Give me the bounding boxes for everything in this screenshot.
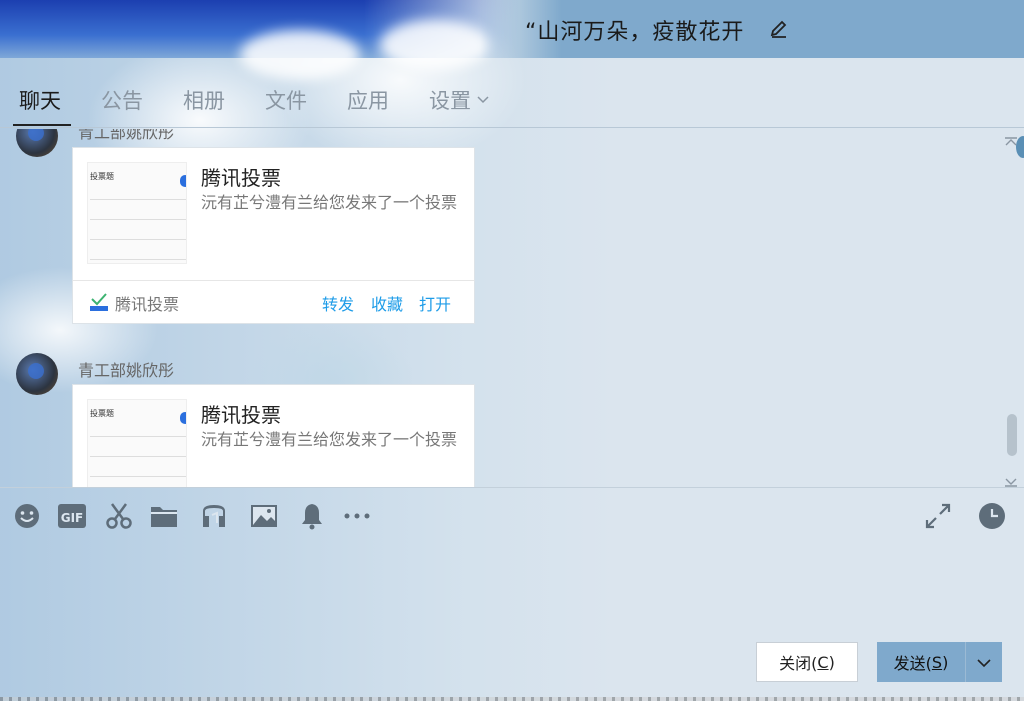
scrollbar-thumb[interactable] [1007, 414, 1017, 456]
image-icon[interactable] [249, 501, 279, 531]
vote-card[interactable]: 投票题 腾讯投票 沅有芷兮澧有兰给您发来了一个投票 腾讯投票 转发 收藏 打开 [72, 147, 475, 324]
open-button[interactable]: 打开 [419, 291, 451, 315]
thumb-title: 投票题 [90, 409, 114, 418]
tab-settings[interactable]: 设置 [429, 85, 489, 115]
music-icon[interactable] [199, 501, 229, 531]
send-options-button[interactable] [965, 642, 1002, 682]
tab-album[interactable]: 相册 [183, 85, 225, 115]
vote-card[interactable]: 投票题 腾讯投票 沅有芷兮澧有兰给您发来了一个投票 [72, 384, 475, 487]
gif-label: GIF [61, 511, 84, 525]
edit-icon[interactable] [768, 18, 790, 40]
window-title: “山河万朵，疫散花开 [525, 20, 745, 45]
vote-thumbnail: 投票题 [87, 399, 187, 487]
card-app-name: 腾讯投票 [115, 295, 180, 314]
history-clock-icon[interactable] [977, 501, 1007, 531]
chevron-down-icon [477, 85, 489, 109]
bell-icon[interactable] [297, 501, 327, 531]
gif-icon[interactable]: GIF [57, 501, 87, 531]
tab-settings-label: 设置 [429, 89, 471, 113]
message-input[interactable] [0, 543, 1024, 643]
card-title: 腾讯投票 [201, 403, 281, 427]
input-toolbar: GIF [0, 487, 1024, 543]
send-button-label: 发送( [893, 654, 932, 673]
card-title: 腾讯投票 [201, 166, 281, 190]
tab-announcement[interactable]: 公告 [101, 85, 143, 115]
send-button[interactable]: 发送(S) [877, 642, 965, 682]
tab-files[interactable]: 文件 [265, 85, 307, 115]
favorite-button[interactable]: 收藏 [371, 291, 403, 315]
scissors-icon[interactable] [104, 501, 134, 531]
chevron-down-icon [977, 653, 991, 672]
send-button-shortcut: S [931, 652, 943, 672]
vote-thumbnail: 投票题 [87, 162, 187, 264]
tab-apps[interactable]: 应用 [347, 85, 389, 115]
avatar[interactable] [16, 353, 58, 395]
avatar[interactable] [16, 129, 58, 157]
emoji-icon[interactable] [12, 501, 42, 531]
thumb-title: 投票题 [90, 172, 114, 181]
card-description: 沅有芷兮澧有兰给您发来了一个投票 [201, 193, 458, 212]
chat-messages[interactable]: 青工部姚欣彤 投票题 腾讯投票 沅有芷兮澧有兰给您发来了一个投票 腾讯投票 转发… [0, 129, 1024, 487]
vote-app-icon [89, 291, 109, 313]
close-button[interactable]: 关闭(C) [756, 642, 858, 682]
more-icon[interactable] [342, 501, 372, 531]
scroll-up-icon[interactable] [1004, 131, 1018, 146]
close-button-label-end: ) [828, 652, 835, 672]
tab-chat[interactable]: 聊天 [19, 85, 61, 115]
tab-bar: 聊天 公告 相册 文件 应用 设置 [0, 58, 1024, 158]
scroll-down-icon[interactable] [1004, 473, 1018, 487]
sender-name: 青工部姚欣彤 [78, 361, 175, 380]
close-button-shortcut: C [817, 652, 829, 672]
card-description: 沅有芷兮澧有兰给您发来了一个投票 [201, 430, 458, 449]
thumb-badge-icon [180, 175, 186, 187]
folder-icon[interactable] [149, 501, 179, 531]
forward-button[interactable]: 转发 [322, 291, 354, 315]
send-button-label-end: ) [942, 652, 949, 672]
expand-icon[interactable] [923, 501, 953, 531]
close-button-label: 关闭( [779, 654, 818, 673]
thumb-badge-icon [180, 412, 186, 424]
card-footer: 腾讯投票 转发 收藏 打开 [73, 280, 474, 324]
bottom-edge [0, 697, 1024, 701]
active-tab-indicator [13, 124, 71, 126]
sender-name: 青工部姚欣彤 [78, 129, 175, 142]
